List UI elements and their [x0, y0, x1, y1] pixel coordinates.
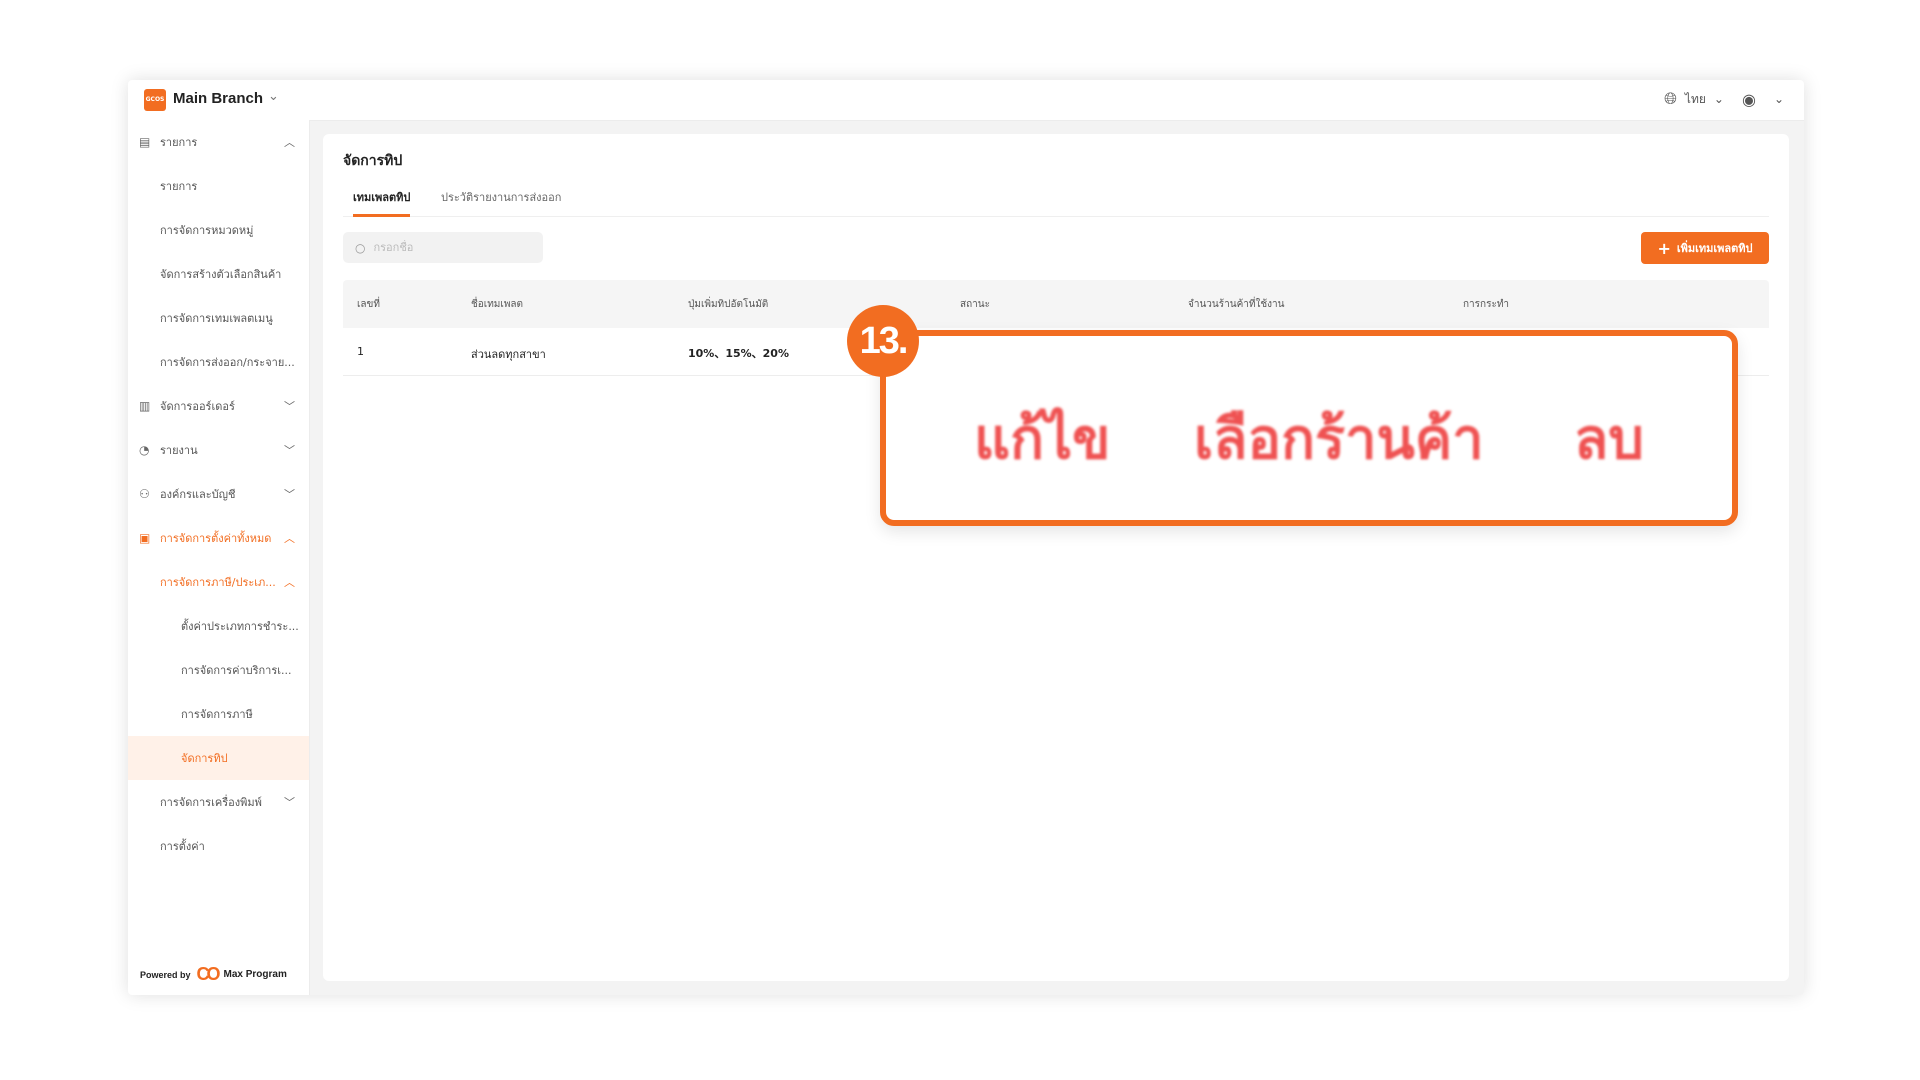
search-icon: ○ [355, 240, 366, 255]
chevron-up-icon: ︿ [284, 532, 295, 545]
sidebar: ▤ รายการ ︿ รายการ การจัดการหมวดหมู่ จัดก… [128, 120, 310, 995]
plus-icon: + [1657, 238, 1671, 258]
sidebar-item-service-charge[interactable]: การจัดการค่าบริการเ... [128, 648, 309, 692]
column-header: สถานะ [960, 299, 990, 310]
settings-icon: ▣ [139, 531, 151, 545]
chevron-up-icon: ︿ [284, 136, 295, 149]
sidebar-item-label: การจัดการค่าบริการเ... [181, 664, 292, 677]
chevron-up-icon: ︿ [284, 576, 295, 589]
page-title: จัดการทิป [343, 153, 403, 169]
sidebar-item-menu[interactable]: ▤ รายการ ︿ [128, 120, 309, 164]
sidebar-item-label: การจัดการภาษี/ประเภ... [160, 576, 276, 589]
brand-logo: GCOS [144, 89, 166, 111]
chevron-down-icon: ﹀ [284, 796, 295, 809]
report-icon: ◔ [139, 443, 150, 457]
sidebar-item-payment-type[interactable]: ตั้งค่าประเภทการชำระ... [128, 604, 309, 648]
sidebar-item-tips[interactable]: จัดการทิป [128, 736, 309, 780]
sidebar-item-label: รายงาน [160, 444, 198, 457]
sidebar-item-printers[interactable]: การจัดการเครื่องพิมพ์ ﹀ [128, 780, 309, 824]
chevron-down-icon[interactable]: ⌄ [1774, 92, 1784, 106]
order-icon: ▥ [139, 399, 151, 413]
sidebar-item-label: การจัดการเทมเพลตเมนู [160, 312, 273, 325]
globe-icon[interactable]: 🌐︎ [1664, 89, 1677, 109]
add-button-label: เพิ่มเทมเพลตทิป [1676, 242, 1753, 255]
column-header: การกระทำ [1463, 299, 1510, 310]
language-selector[interactable]: ไทย [1685, 90, 1706, 109]
list-icon: ▤ [139, 135, 151, 149]
sidebar-item-label: การจัดการหมวดหมู่ [160, 224, 254, 237]
callout-box: แก้ไข เลือกร้านค้า ลบ [880, 330, 1738, 526]
chevron-down-icon: ﹀ [284, 400, 295, 413]
sidebar-item-label: จัดการทิป [181, 752, 228, 765]
sidebar-item-label: จัดการออร์เดอร์ [160, 400, 235, 413]
cell-auto-tip: 10%、15%、20% [688, 347, 789, 360]
sidebar-item-export[interactable]: การจัดการส่งออก/กระจาย... [128, 340, 309, 384]
top-right-controls: 🌐︎ ไทย ⌄ ◉ ⌄ [1664, 89, 1784, 109]
sidebar-item-label: รายการ [160, 180, 198, 193]
search-box: ○ [343, 232, 543, 263]
step-badge: 13. [847, 305, 919, 377]
max-program-name: Max Program [223, 969, 287, 980]
chevron-down-icon: ﹀ [284, 488, 295, 501]
sidebar-item-label: จัดการสร้างตัวเลือกสินค้า [160, 268, 282, 281]
cell-number: 1 [357, 345, 364, 358]
powered-by-footer: Powered by CO Max Program [140, 964, 287, 985]
sidebar-item-general-settings[interactable]: การตั้งค่า [128, 824, 309, 868]
sidebar-item-label: การจัดการเครื่องพิมพ์ [160, 796, 262, 809]
search-input[interactable] [371, 240, 536, 255]
max-program-logo-icon: CO [196, 964, 221, 984]
sidebar-item-settings-all[interactable]: ▣ การจัดการตั้งค่าทั้งหมด ︿ [128, 516, 309, 560]
sidebar-item-category[interactable]: การจัดการหมวดหมู่ [128, 208, 309, 252]
tab-tip-template[interactable]: เทมเพลตทิป [353, 188, 411, 217]
sidebar-item-label: การจัดการส่งออก/กระจาย... [160, 356, 295, 369]
sidebar-item-options[interactable]: จัดการสร้างตัวเลือกสินค้า [128, 252, 309, 296]
column-header: ปุ่มเพิ่มทิปอัตโนมัติ [688, 299, 769, 310]
column-header: เลขที่ [357, 299, 380, 310]
sidebar-item-label: ตั้งค่าประเภทการชำระ... [181, 620, 299, 633]
add-tip-template-button[interactable]: + เพิ่มเทมเพลตทิป [1641, 232, 1769, 264]
main-content: จัดการทิป เทมเพลตทิป ประวัติรายงานการส่ง… [323, 134, 1789, 981]
sidebar-item-reports[interactable]: ◔ รายงาน ﹀ [128, 428, 309, 472]
chevron-down-icon: ﹀ [284, 444, 295, 457]
sidebar-item-menu-template[interactable]: การจัดการเทมเพลตเมนู [128, 296, 309, 340]
select-store-action-label[interactable]: เลือกร้านค้า [1194, 394, 1484, 483]
sidebar-item-orders[interactable]: ▥ จัดการออร์เดอร์ ﹀ [128, 384, 309, 428]
sidebar-item-label: การตั้งค่า [160, 840, 205, 853]
sidebar-item-organization[interactable]: ⚇ องค์กรและบัญชี ﹀ [128, 472, 309, 516]
cell-template-name: ส่วนลดทุกสาขา [471, 348, 546, 361]
org-icon: ⚇ [139, 487, 150, 501]
sidebar-item-label: การจัดการภาษี [181, 708, 253, 721]
sidebar-item-menu-list[interactable]: รายการ [128, 164, 309, 208]
tab-bar: เทมเพลตทิป ประวัติรายงานการส่งออก [343, 188, 1769, 217]
chevron-down-icon[interactable]: ⌄ [1714, 92, 1724, 106]
powered-by-label: Powered by [140, 969, 191, 980]
sidebar-item-tax-type[interactable]: การจัดการภาษี/ประเภ... ︿ [128, 560, 309, 604]
column-header: จำนวนร้านค้าที่ใช้งาน [1188, 299, 1285, 310]
sidebar-item-label: องค์กรและบัญชี [160, 488, 236, 501]
top-bar: GCOS Main Branch ⌄ 🌐︎ ไทย ⌄ ◉ ⌄ [128, 80, 1804, 121]
delete-action-label[interactable]: ลบ [1574, 394, 1644, 483]
edit-action-label[interactable]: แก้ไข [974, 394, 1110, 483]
tab-export-history[interactable]: ประวัติรายงานการส่งออก [441, 188, 561, 214]
branch-name[interactable]: Main Branch [173, 90, 263, 107]
app-window: GCOS Main Branch ⌄ 🌐︎ ไทย ⌄ ◉ ⌄ ▤ รายการ… [128, 80, 1804, 995]
table-header: เลขที่ ชื่อเทมเพลต ปุ่มเพิ่มทิปอัตโนมัติ… [343, 280, 1769, 328]
sidebar-item-tax[interactable]: การจัดการภาษี [128, 692, 309, 736]
sidebar-item-label: รายการ [160, 136, 198, 149]
sidebar-item-label: การจัดการตั้งค่าทั้งหมด [160, 532, 272, 545]
chevron-down-icon[interactable]: ⌄ [268, 89, 279, 104]
user-avatar-icon[interactable]: ◉ [1742, 90, 1756, 109]
column-header: ชื่อเทมเพลต [471, 299, 524, 310]
